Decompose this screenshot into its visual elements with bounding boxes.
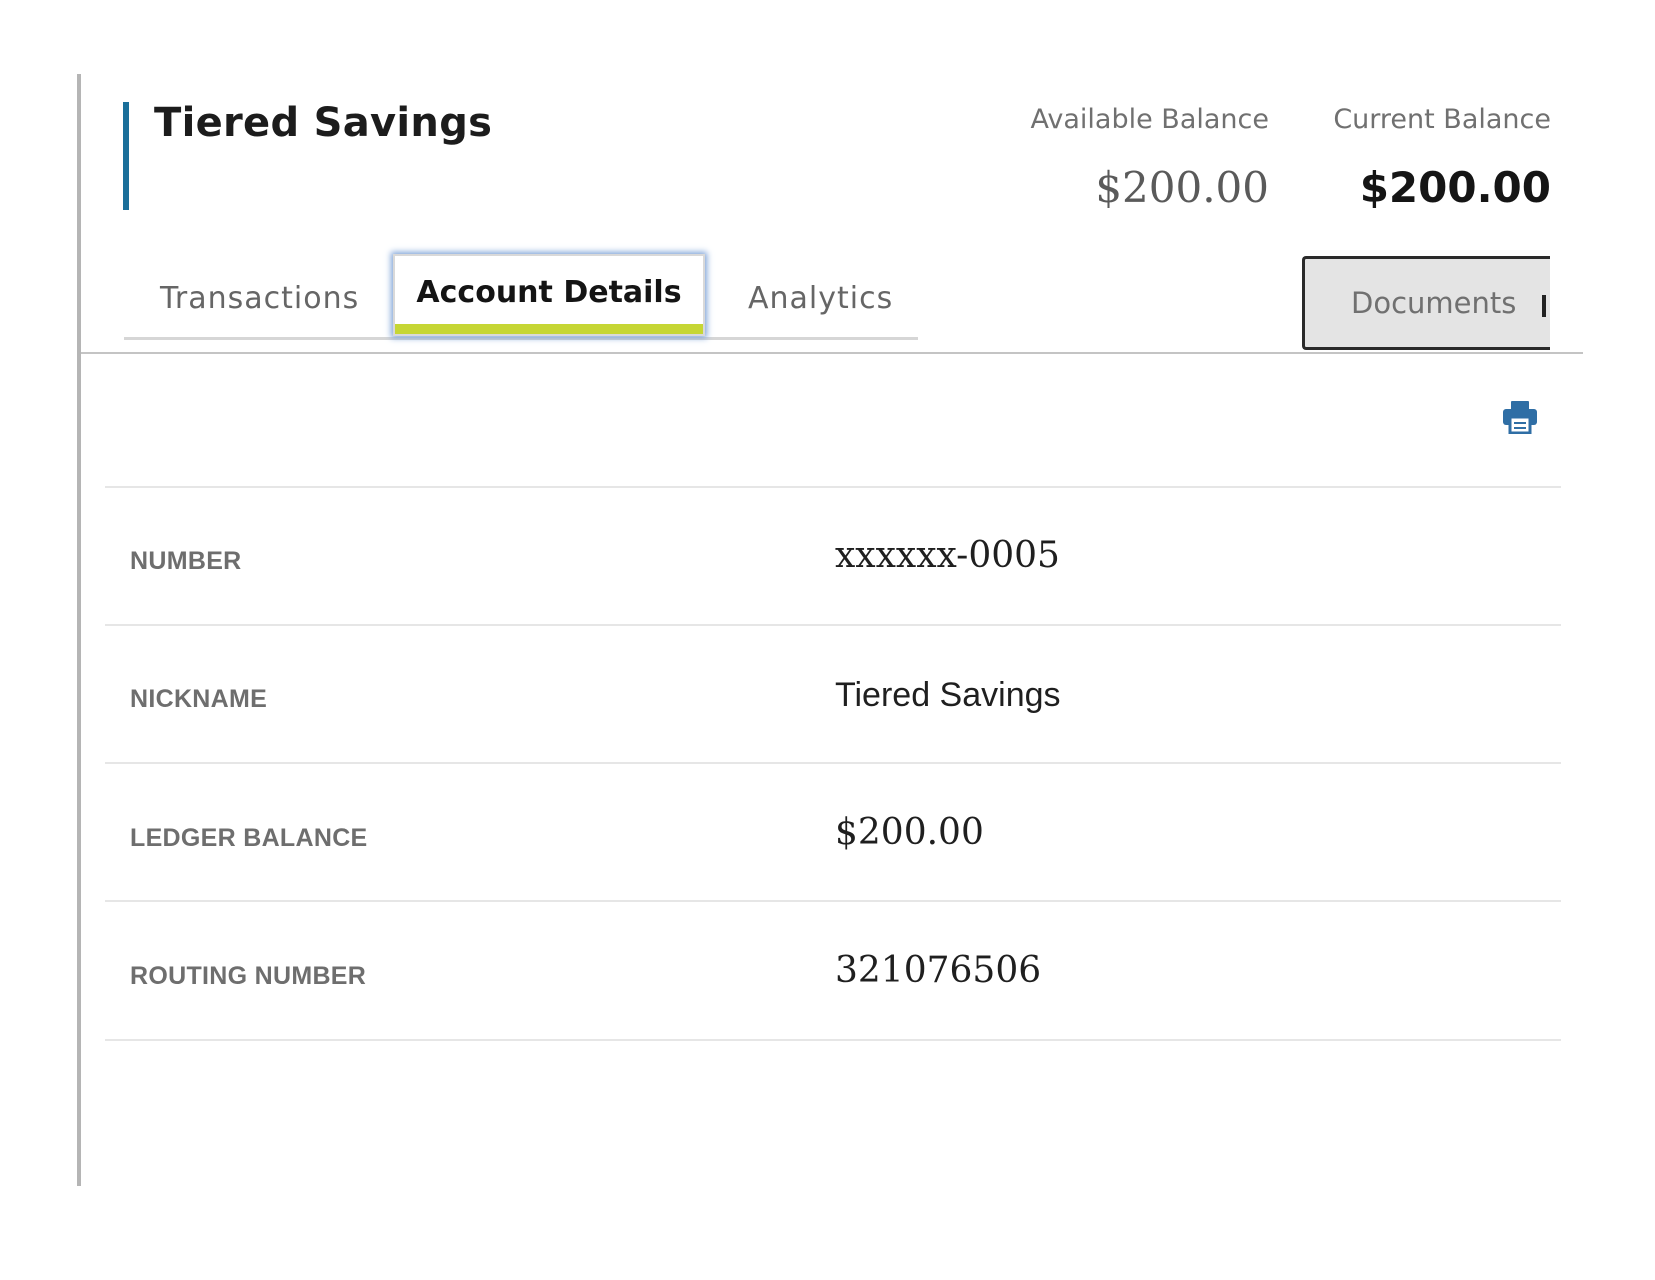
tab-bar-underline	[124, 337, 918, 340]
active-tab-indicator	[395, 324, 703, 334]
detail-label-nickname: NICKNAME	[130, 685, 268, 713]
row-divider	[105, 624, 1561, 626]
detail-label-ledger-balance: LEDGER BALANCE	[130, 824, 368, 852]
available-balance-value: $200.00	[1095, 163, 1269, 212]
row-divider	[105, 900, 1561, 902]
left-border-rule	[77, 74, 81, 1186]
title-accent-bar	[123, 102, 129, 210]
detail-label-number: NUMBER	[130, 547, 242, 575]
tab-account-details[interactable]: Account Details	[393, 254, 705, 336]
header-divider	[81, 352, 1583, 354]
current-balance-value: $200.00	[1359, 163, 1551, 212]
details-top-divider	[105, 486, 1561, 488]
tab-account-details-label: Account Details	[416, 275, 682, 310]
current-balance: Current Balance $200.00	[1333, 104, 1551, 212]
print-icon[interactable]	[1502, 400, 1538, 435]
detail-value-nickname: Tiered Savings	[835, 676, 1061, 714]
available-balance-label: Available Balance	[1030, 104, 1269, 135]
available-balance: Available Balance $200.00	[1031, 104, 1269, 212]
print-icon-graphic	[1503, 401, 1537, 435]
detail-label-routing-number: ROUTING NUMBER	[130, 962, 367, 990]
tab-transactions[interactable]: Transactions	[160, 281, 359, 316]
documents-button[interactable]: Documents	[1302, 256, 1550, 350]
detail-value-number: xxxxxx-0005	[835, 535, 1060, 576]
truncated-glyph	[1542, 295, 1546, 317]
tab-analytics[interactable]: Analytics	[748, 281, 893, 316]
page-title: Tiered Savings	[154, 100, 493, 146]
documents-button-label: Documents	[1351, 286, 1517, 320]
current-balance-label: Current Balance	[1333, 104, 1551, 135]
row-divider	[105, 762, 1561, 764]
details-bottom-divider	[105, 1039, 1561, 1041]
detail-value-routing-number: 321076506	[835, 950, 1042, 991]
detail-value-ledger-balance: $200.00	[835, 812, 984, 853]
account-page: Tiered Savings Available Balance $200.00…	[0, 0, 1655, 1280]
